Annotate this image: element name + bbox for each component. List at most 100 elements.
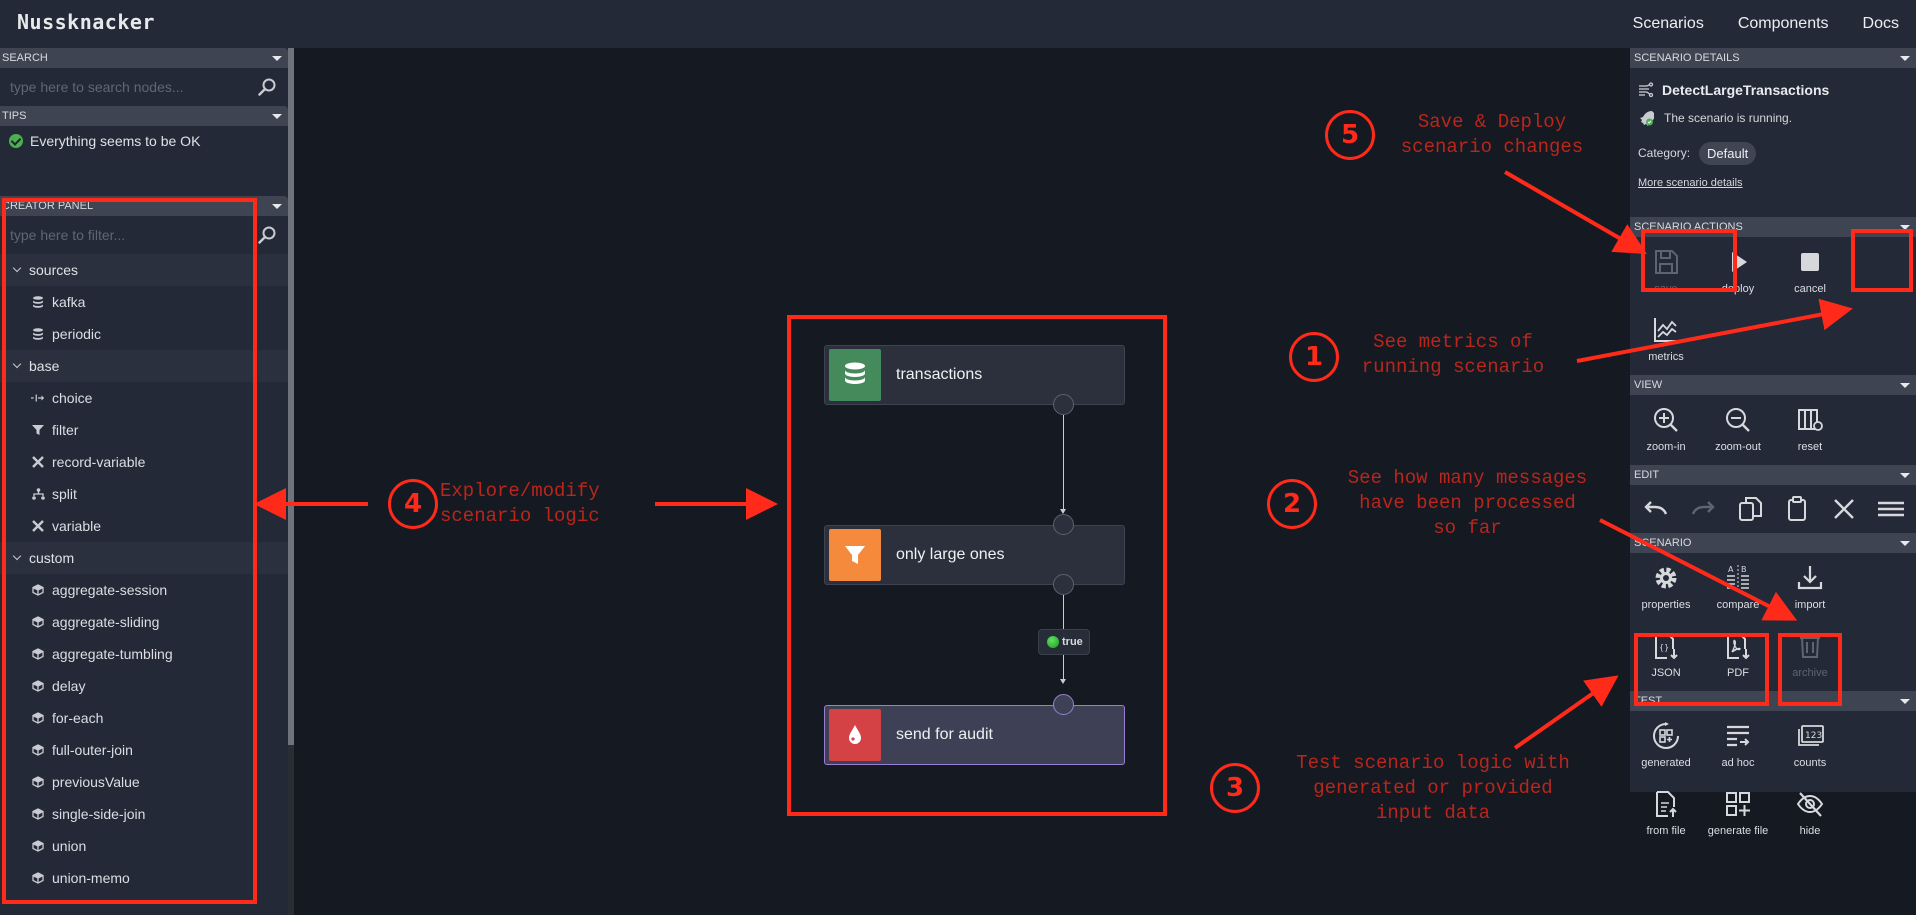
- graph-node-source[interactable]: transactions: [824, 345, 1125, 405]
- delete-icon[interactable]: [1829, 494, 1859, 524]
- node-input-port[interactable]: [1053, 694, 1074, 715]
- view-panel-header[interactable]: VIEW: [1630, 375, 1916, 395]
- json-label: JSON: [1651, 667, 1681, 679]
- graph-node-filter[interactable]: only large ones: [824, 525, 1125, 585]
- generate-file-button[interactable]: generate file: [1702, 781, 1774, 849]
- creator-item-union-memo[interactable]: union-memo: [0, 862, 288, 894]
- creator-item-for-each[interactable]: for-each: [0, 702, 288, 734]
- right-sidebar: SCENARIO DETAILS DetectLargeTransactions…: [1630, 48, 1916, 837]
- collapse-caret-icon[interactable]: [1900, 541, 1910, 546]
- edge-arrow-icon: [1060, 679, 1066, 684]
- creator-item-kafka[interactable]: kafka: [0, 286, 288, 318]
- variable-icon: [31, 519, 45, 533]
- creator-item-single-side-join[interactable]: single-side-join: [0, 798, 288, 830]
- collapse-caret-icon[interactable]: [1900, 383, 1910, 388]
- node-input-port[interactable]: [1053, 514, 1074, 535]
- graph-node-sink[interactable]: send for audit: [824, 705, 1125, 765]
- nav-docs[interactable]: Docs: [1863, 15, 1899, 33]
- creator-item-full-outer-join[interactable]: full-outer-join: [0, 734, 288, 766]
- scenario-panel-header[interactable]: SCENARIO: [1630, 533, 1916, 553]
- creator-item-previousValue[interactable]: previousValue: [0, 766, 288, 798]
- deploy-label: deploy: [1721, 283, 1755, 295]
- collapse-caret-icon[interactable]: [1900, 473, 1910, 478]
- metrics-button[interactable]: metrics: [1630, 307, 1702, 375]
- creator-group-sources[interactable]: sources: [0, 254, 288, 286]
- node-label: transactions: [896, 366, 983, 383]
- nav-scenarios[interactable]: Scenarios: [1633, 15, 1704, 33]
- save-button[interactable]: save: [1630, 239, 1702, 307]
- stop-icon: [1801, 253, 1819, 271]
- paste-icon[interactable]: [1782, 494, 1812, 524]
- creator-group-custom[interactable]: custom: [0, 542, 288, 574]
- creator-item-aggregate-sliding[interactable]: aggregate-sliding: [0, 606, 288, 638]
- creator-item-split[interactable]: split: [0, 478, 288, 510]
- logo[interactable]: Nussknacker: [17, 10, 155, 34]
- creator-item-delay[interactable]: delay: [0, 670, 288, 702]
- creator-item-choice[interactable]: choice: [0, 382, 288, 414]
- search-icon[interactable]: [258, 78, 276, 96]
- reset-view-button[interactable]: reset: [1774, 397, 1846, 465]
- zoom-in-button[interactable]: zoom-in: [1630, 397, 1702, 465]
- test-ad-hoc-button[interactable]: ad hoc: [1702, 713, 1774, 781]
- redo-icon[interactable]: [1688, 494, 1718, 524]
- properties-button[interactable]: properties: [1630, 555, 1702, 623]
- scenario-actions: save deploy cancel metrics: [1630, 237, 1916, 375]
- archive-button[interactable]: archive: [1774, 623, 1846, 691]
- creator-item-record-variable[interactable]: record-variable: [0, 446, 288, 478]
- creator-item-filter[interactable]: filter: [0, 414, 288, 446]
- compare-icon: AB: [1727, 565, 1749, 591]
- hide-button[interactable]: hide: [1774, 781, 1846, 849]
- creator-item-periodic[interactable]: periodic: [0, 318, 288, 350]
- collapse-caret-icon[interactable]: [1900, 225, 1910, 230]
- counts-label: counts: [1793, 757, 1827, 769]
- export-json-button[interactable]: {} JSON: [1630, 623, 1702, 691]
- creator-component-list: sources kafka periodic base choice filter reco…: [0, 254, 288, 894]
- counts-button[interactable]: 123 counts: [1774, 713, 1846, 781]
- test-generated-button[interactable]: generated: [1630, 713, 1702, 781]
- graph-canvas[interactable]: transactions only large ones true send f…: [294, 48, 1630, 915]
- creator-item-label: choice: [52, 390, 93, 406]
- edit-panel-header[interactable]: EDIT: [1630, 465, 1916, 485]
- creator-item-union[interactable]: union: [0, 830, 288, 862]
- layout-icon[interactable]: [1876, 494, 1906, 524]
- search-icon[interactable]: [258, 226, 276, 244]
- search-panel-header[interactable]: SEARCH: [0, 48, 288, 68]
- zoom-out-button[interactable]: zoom-out: [1702, 397, 1774, 465]
- node-search-input[interactable]: [0, 68, 288, 106]
- main-nav: Scenarios Components Docs: [1633, 0, 1916, 48]
- creator-panel-header[interactable]: CREATOR PANEL: [0, 196, 288, 216]
- actions-panel-header[interactable]: SCENARIO ACTIONS: [1630, 217, 1916, 237]
- collapse-caret-icon[interactable]: [272, 204, 282, 209]
- node-output-port[interactable]: [1053, 394, 1074, 415]
- import-button[interactable]: import: [1774, 555, 1846, 623]
- collapse-caret-icon[interactable]: [272, 114, 282, 119]
- node-output-port[interactable]: [1053, 574, 1074, 595]
- copy-icon[interactable]: [1735, 494, 1765, 524]
- export-pdf-button[interactable]: PDF: [1702, 623, 1774, 691]
- edge-label[interactable]: true: [1038, 629, 1090, 655]
- details-panel-header[interactable]: SCENARIO DETAILS: [1630, 48, 1916, 68]
- creator-item-aggregate-session[interactable]: aggregate-session: [0, 574, 288, 606]
- test-from-file-button[interactable]: from file: [1630, 781, 1702, 849]
- tips-panel-title: TIPS: [2, 110, 27, 122]
- deploy-button[interactable]: deploy: [1702, 239, 1774, 307]
- test-panel-header[interactable]: TEST: [1630, 691, 1916, 711]
- creator-filter-input[interactable]: [0, 216, 288, 254]
- creator-item-aggregate-tumbling[interactable]: aggregate-tumbling: [0, 638, 288, 670]
- creator-item-variable[interactable]: variable: [0, 510, 288, 542]
- collapse-caret-icon[interactable]: [1900, 56, 1910, 61]
- tips-panel-header[interactable]: TIPS: [0, 106, 288, 126]
- creator-group-base[interactable]: base: [0, 350, 288, 382]
- compare-button[interactable]: AB compare: [1702, 555, 1774, 623]
- search-panel-title: SEARCH: [2, 52, 48, 64]
- collapse-caret-icon[interactable]: [272, 56, 282, 61]
- collapse-caret-icon[interactable]: [1900, 699, 1910, 704]
- creator-item-label: kafka: [52, 294, 86, 310]
- cube-icon: [31, 871, 45, 885]
- graph-edge[interactable]: [1063, 415, 1064, 511]
- nav-components[interactable]: Components: [1738, 15, 1829, 33]
- node-search: [0, 68, 288, 106]
- undo-icon[interactable]: [1641, 494, 1671, 524]
- cancel-button[interactable]: cancel: [1774, 239, 1846, 307]
- more-details-link[interactable]: More scenario details: [1638, 177, 1743, 189]
